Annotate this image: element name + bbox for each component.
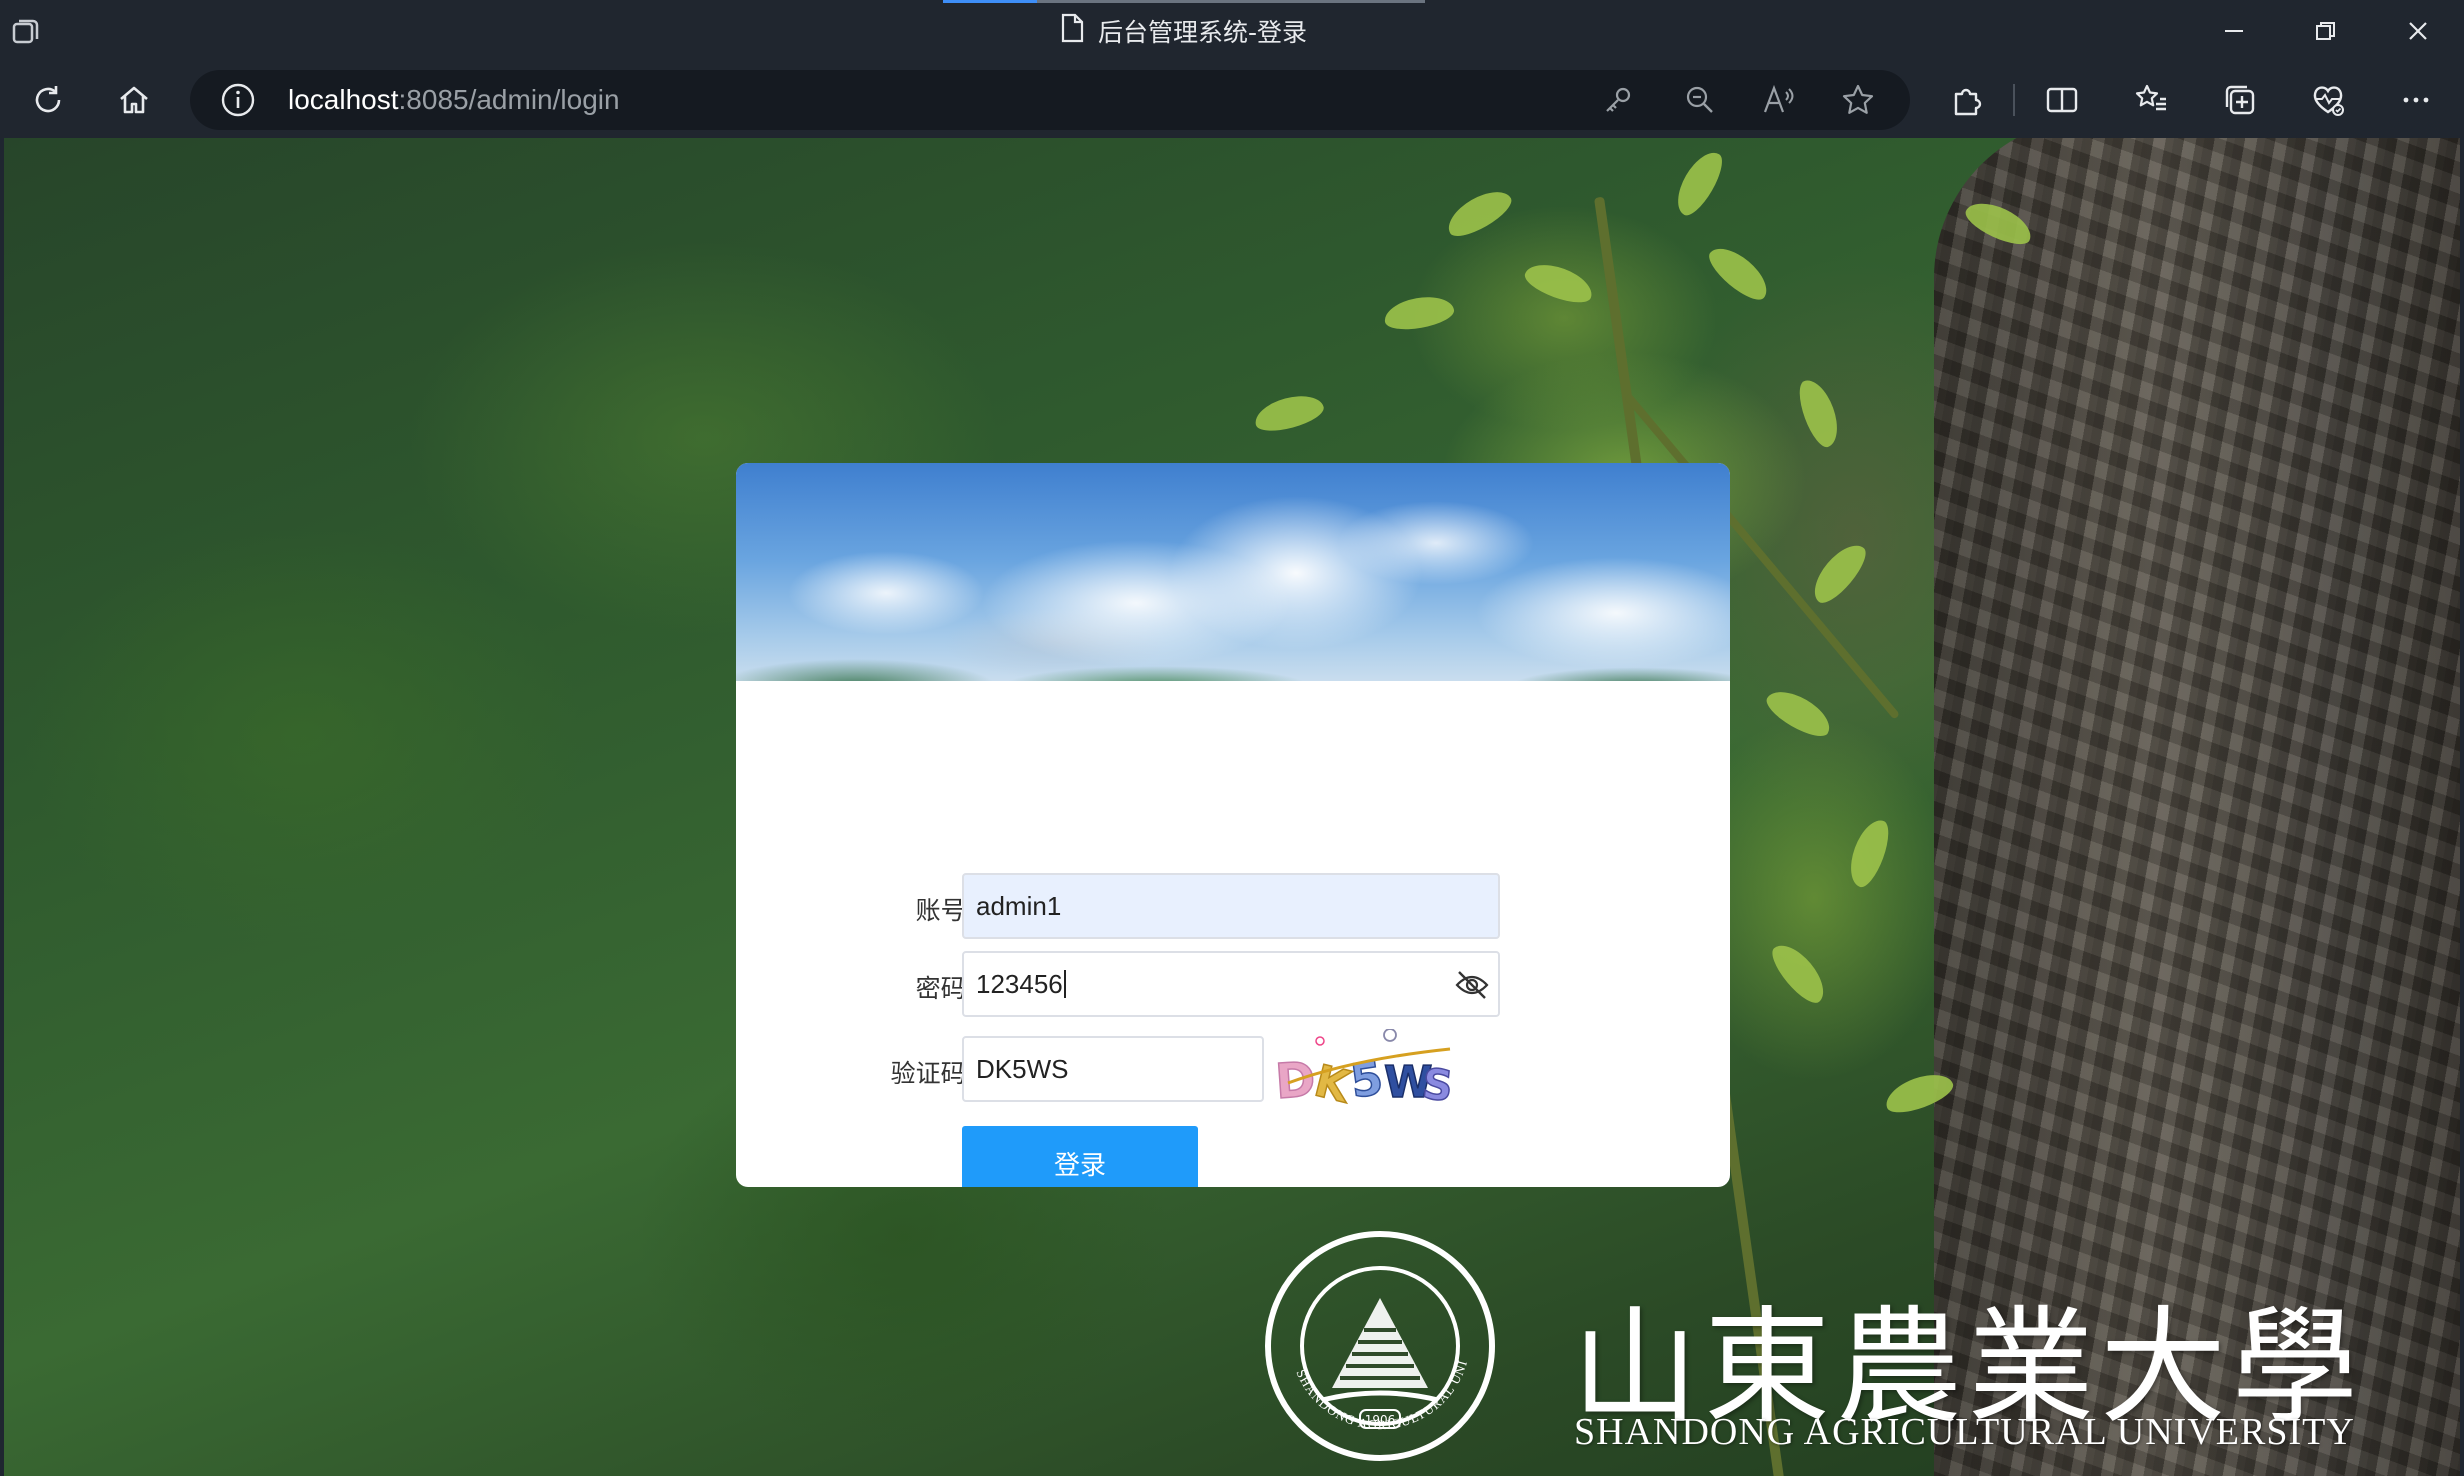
favorite-star-icon[interactable] <box>1840 82 1876 122</box>
leaf-decoration <box>1381 292 1457 334</box>
leaf-decoration <box>1251 389 1327 437</box>
captcha-input-value: DK5WS <box>976 1053 1069 1084</box>
login-card: 账号: admin1 密码: 123456 验证码: DK5WS D K 5 W… <box>736 463 1730 1187</box>
university-seal-logo: 1906 SHANDONG AGRICULTURAL UNIVERSITY <box>1257 1216 1498 1464</box>
password-label: 密码: <box>915 974 974 1003</box>
browser-essentials-icon[interactable] <box>2306 78 2350 122</box>
password-input-value: 123456 <box>976 968 1063 999</box>
extensions-icon[interactable] <box>1944 78 1988 122</box>
browser-titlebar: 后台管理系统-登录 <box>0 0 2464 62</box>
address-bar[interactable]: localhost:8085/admin/login <box>190 70 1910 130</box>
password-input[interactable]: 123456 <box>962 951 1500 1017</box>
close-window-icon[interactable] <box>2388 10 2448 52</box>
refresh-icon[interactable] <box>26 78 70 122</box>
login-button[interactable]: 登录 <box>962 1126 1198 1187</box>
leaf-decoration <box>1792 374 1846 452</box>
leaf-decoration <box>1765 936 1833 1010</box>
active-tab[interactable]: 后台管理系统-登录 <box>1060 13 1308 49</box>
leaf-decoration <box>1702 239 1776 307</box>
leaf-decoration <box>1842 814 1896 892</box>
tab-title-text: 后台管理系统-登录 <box>1098 18 1308 47</box>
leaf-decoration <box>1520 256 1598 310</box>
restore-window-icon[interactable] <box>2296 10 2356 52</box>
leaf-decoration <box>1761 682 1837 744</box>
zoom-out-icon[interactable] <box>1684 84 1716 120</box>
leaf-decoration <box>1441 182 1517 244</box>
favorites-list-icon[interactable] <box>2130 78 2174 122</box>
leaf-decoration <box>1805 536 1873 610</box>
minimize-window-icon[interactable] <box>2204 10 2264 52</box>
text-caret <box>1063 970 1066 998</box>
page-background: 账号: admin1 密码: 123456 验证码: DK5WS D K 5 W… <box>4 138 2460 1476</box>
account-input[interactable]: admin1 <box>962 873 1500 939</box>
account-label: 账号: <box>915 896 974 925</box>
read-aloud-icon[interactable] <box>1762 84 1796 120</box>
url-path: :8085/admin/login <box>398 84 620 115</box>
more-options-icon[interactable] <box>2394 78 2438 122</box>
site-info-icon[interactable] <box>220 82 256 122</box>
toolbar-separator <box>2013 84 2015 116</box>
hide-password-eye-icon[interactable] <box>1454 967 1490 1003</box>
account-input-value: admin1 <box>976 890 1062 921</box>
captcha-image[interactable]: D K 5 W S <box>1273 1028 1456 1115</box>
tab-indicator-secondary <box>1037 0 1425 3</box>
browser-toolbar: localhost:8085/admin/login <box>0 62 2464 138</box>
password-key-icon[interactable] <box>1602 84 1634 120</box>
collections-icon[interactable] <box>2218 78 2262 122</box>
svg-text:S: S <box>1420 1059 1455 1111</box>
captcha-input[interactable]: DK5WS <box>962 1036 1264 1102</box>
banner-hills <box>736 647 1730 681</box>
browser-workspaces-icon[interactable] <box>8 14 44 50</box>
url-text[interactable]: localhost:8085/admin/login <box>288 84 620 116</box>
split-screen-icon[interactable] <box>2040 78 2084 122</box>
url-host: localhost <box>288 84 399 115</box>
sky-banner-image <box>736 463 1730 681</box>
captcha-label: 验证码: <box>890 1059 974 1088</box>
home-icon[interactable] <box>112 78 156 122</box>
leaf-decoration <box>1668 145 1730 221</box>
university-name-en: SHANDONG AGRICULTURAL UNIVERSITY <box>1574 1411 2355 1453</box>
page-file-icon <box>1060 13 1084 49</box>
